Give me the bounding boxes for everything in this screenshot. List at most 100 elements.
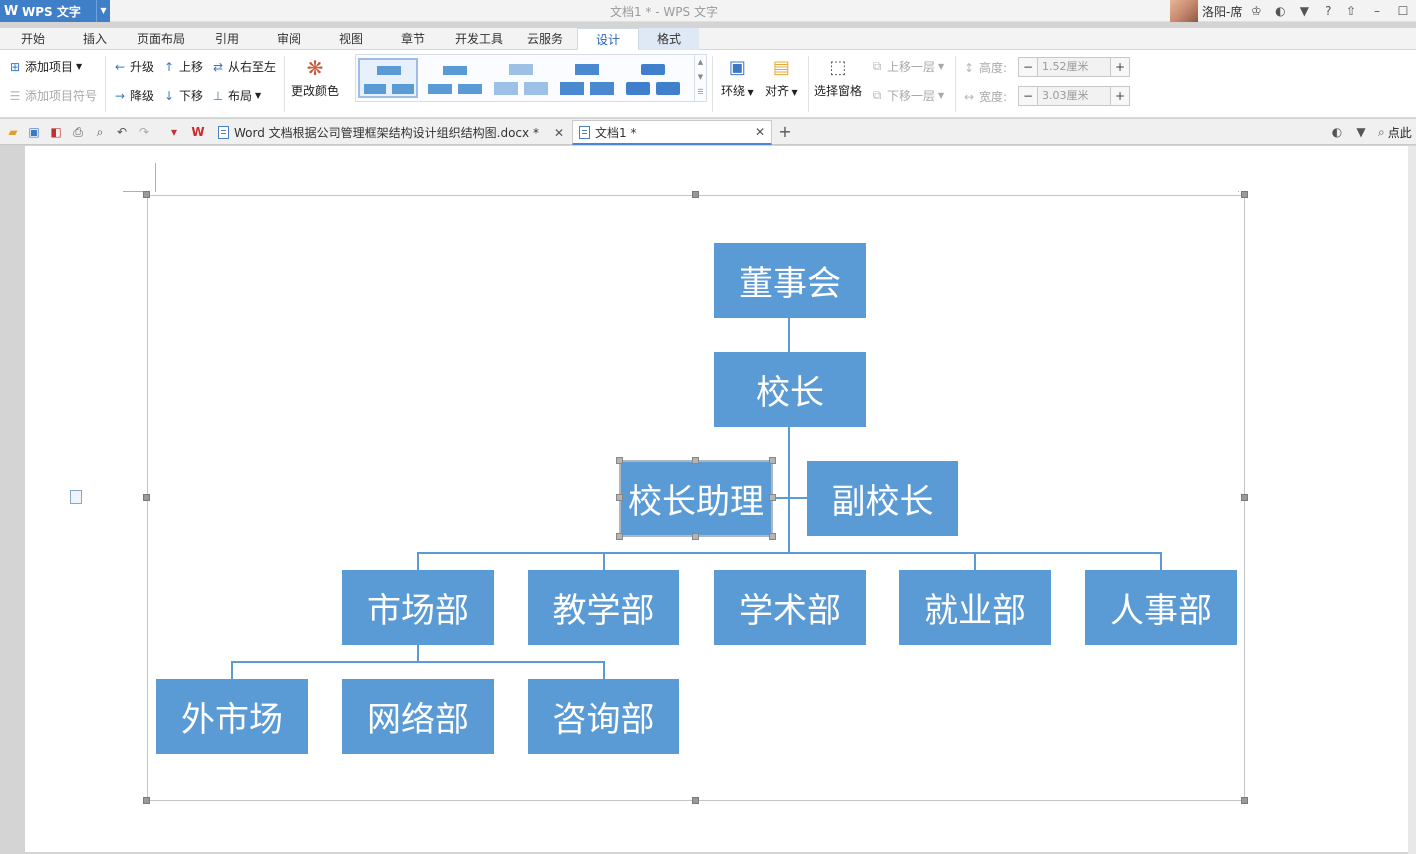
width-decrease-button[interactable]: − [1018, 86, 1038, 106]
add-item-button[interactable]: ⊞ 添加项目 ▼ [8, 58, 82, 75]
wps-doc-icon[interactable]: W [189, 123, 207, 141]
selection-pane-button[interactable]: ⬚ 选择窗格 [814, 58, 862, 99]
shape-resize-handle[interactable] [692, 533, 699, 540]
change-colors-button[interactable]: ❋ 更改颜色 [291, 58, 339, 99]
resize-handle[interactable] [692, 797, 699, 804]
customize-icon[interactable]: ▾ [165, 123, 183, 141]
resize-handle[interactable] [1241, 494, 1248, 501]
demote-button[interactable]: → 降级 [113, 87, 154, 104]
document-icon [218, 126, 229, 139]
avatar[interactable] [1170, 0, 1198, 22]
resize-handle[interactable] [692, 191, 699, 198]
tab-home[interactable]: 开始 [12, 28, 54, 50]
align-button[interactable]: ▤ 对齐 ▼ [765, 58, 798, 99]
org-node-hr[interactable]: 人事部 [1085, 570, 1237, 645]
bring-forward-button[interactable]: ⧉ 上移一层 ▼ [870, 58, 944, 75]
search-box[interactable]: ⌕ 点此 [1378, 124, 1412, 141]
shape-resize-handle[interactable] [616, 494, 623, 501]
tab-design[interactable]: 设计 [577, 28, 639, 50]
layout-button[interactable]: ⊥ 布局 ▼ [211, 87, 261, 104]
width-label: 宽度: [979, 90, 1008, 104]
style-thumb-1[interactable] [358, 58, 418, 98]
chevron-down-icon[interactable]: ▼ [96, 0, 110, 22]
wrap-button[interactable]: ▣ 环绕 ▼ [721, 58, 754, 99]
height-decrease-button[interactable]: − [1018, 57, 1038, 77]
redo-icon[interactable]: ↷ [135, 123, 153, 141]
close-icon[interactable]: ✕ [755, 125, 765, 139]
shape-resize-handle[interactable] [769, 494, 776, 501]
skin-icon[interactable]: ◐ [1270, 0, 1290, 22]
tab-review[interactable]: 审阅 [268, 28, 310, 50]
user-area: 洛阳-席 ♔ ◐ ▼ ? [1170, 0, 1338, 22]
doc-info-icon[interactable]: ◐ [1328, 123, 1346, 141]
org-node-network[interactable]: 网络部 [342, 679, 494, 754]
height-increase-button[interactable]: + [1110, 57, 1130, 77]
gallery-scroll[interactable]: ▲ ▼ ☰ [694, 55, 706, 101]
org-node-employment[interactable]: 就业部 [899, 570, 1051, 645]
org-node-principal[interactable]: 校长 [714, 352, 866, 427]
minimize-icon[interactable]: – [1364, 0, 1390, 22]
user-name[interactable]: 洛阳-席 [1202, 3, 1242, 20]
tab-page-layout[interactable]: 页面布局 [134, 28, 188, 50]
tab-insert[interactable]: 插入 [74, 28, 116, 50]
ribbon-toggle-icon[interactable]: ⇧ [1338, 0, 1364, 22]
style-thumb-3[interactable] [492, 58, 552, 98]
move-down-button[interactable]: ↓ 下移 [162, 87, 203, 104]
shape-resize-handle[interactable] [616, 457, 623, 464]
doc-tab-1[interactable]: Word 文档根据公司管理框架结构设计组织结构图.docx * ✕ [212, 120, 570, 145]
style-thumb-4[interactable] [558, 58, 618, 98]
tab-view[interactable]: 视图 [330, 28, 372, 50]
shape-resize-handle[interactable] [616, 533, 623, 540]
org-node-teaching[interactable]: 教学部 [528, 570, 679, 645]
close-icon[interactable]: ✕ [554, 126, 564, 140]
tab-cloud[interactable]: 云服务 [522, 28, 568, 50]
shape-resize-handle[interactable] [692, 457, 699, 464]
org-node-consulting[interactable]: 咨询部 [528, 679, 679, 754]
style-thumb-2[interactable] [426, 58, 486, 98]
promote-button[interactable]: ← 升级 [113, 58, 154, 75]
style-thumb-5[interactable] [624, 58, 684, 98]
org-node-external-market[interactable]: 外市场 [156, 679, 308, 754]
org-node-vice-principal[interactable]: 副校长 [807, 461, 958, 536]
width-input[interactable]: 3.03厘米 [1038, 86, 1110, 106]
undo-icon[interactable]: ↶ [113, 123, 131, 141]
move-up-button[interactable]: ↑ 上移 [162, 58, 203, 75]
right-to-left-button[interactable]: ⇄ 从右至左 [211, 58, 276, 75]
org-node-marketing[interactable]: 市场部 [342, 570, 494, 645]
shape-resize-handle[interactable] [769, 533, 776, 540]
resize-handle[interactable] [143, 797, 150, 804]
doc-tab-2[interactable]: 文档1 * ✕ [572, 120, 772, 145]
vertical-scrollbar[interactable] [1408, 146, 1416, 854]
width-increase-button[interactable]: + [1110, 86, 1130, 106]
tab-references[interactable]: 引用 [206, 28, 248, 50]
crown-icon[interactable]: ♔ [1246, 0, 1266, 22]
print-preview-icon[interactable]: ⌕ [91, 123, 109, 141]
resize-handle[interactable] [143, 191, 150, 198]
help-icon[interactable]: ? [1318, 0, 1338, 22]
app-menu-button[interactable]: W WPS 文字 ▼ [0, 0, 110, 22]
send-backward-button[interactable]: ⧉ 下移一层 ▼ [870, 87, 944, 104]
export-pdf-icon[interactable]: ◧ [47, 123, 65, 141]
add-item-label: 添加项目 [25, 60, 74, 74]
resize-handle[interactable] [143, 494, 150, 501]
maximize-icon[interactable]: ☐ [1390, 0, 1416, 22]
paragraph-layout-icon[interactable] [70, 490, 82, 504]
height-input[interactable]: 1.52厘米 [1038, 57, 1110, 77]
add-bullet-button[interactable]: ☰ 添加项目符号 [8, 87, 97, 104]
open-folder-icon[interactable]: ▰ [4, 123, 22, 141]
filter-icon[interactable]: ▼ [1352, 123, 1370, 141]
save-icon[interactable]: ▣ [25, 123, 43, 141]
tab-format[interactable]: 格式 [639, 28, 699, 50]
resize-handle[interactable] [1241, 797, 1248, 804]
menu-tab-bar: 开始 插入 页面布局 引用 审阅 视图 章节 开发工具 云服务 设计 格式 [0, 28, 1416, 50]
tab-section[interactable]: 章节 [392, 28, 434, 50]
shape-resize-handle[interactable] [769, 457, 776, 464]
org-node-board[interactable]: 董事会 [714, 243, 866, 318]
new-tab-icon[interactable]: + [776, 123, 794, 141]
shirt-icon[interactable]: ▼ [1294, 0, 1314, 22]
print-icon[interactable]: ⎙ [69, 123, 87, 141]
tab-developer[interactable]: 开发工具 [450, 28, 508, 50]
resize-handle[interactable] [1241, 191, 1248, 198]
org-node-assistant[interactable]: 校长助理 [619, 460, 773, 537]
org-node-academic[interactable]: 学术部 [714, 570, 866, 645]
